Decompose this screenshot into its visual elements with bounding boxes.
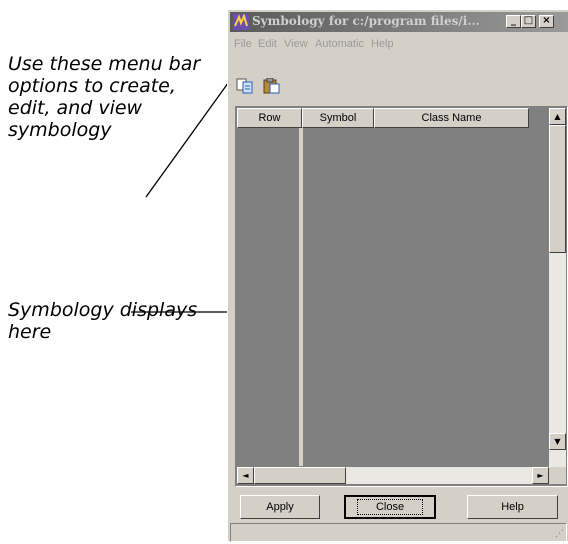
status-bar: ⋰ xyxy=(230,523,567,542)
menu-edit[interactable]: Edit xyxy=(258,38,277,50)
column-header-class-name[interactable]: Class Name xyxy=(374,108,529,128)
paste-icon[interactable] xyxy=(263,78,281,94)
window-title: Symbology for c:/program files/i... xyxy=(252,14,480,28)
vertical-scrollbar[interactable]: ▲ ▼ xyxy=(549,108,566,467)
scroll-right-button[interactable]: ► xyxy=(532,467,549,484)
resize-grip-icon[interactable]: ⋰ xyxy=(555,529,564,539)
maximize-button[interactable]: □ xyxy=(521,15,536,28)
menu-view[interactable]: View xyxy=(284,38,308,50)
app-icon xyxy=(233,14,249,30)
minimize-button[interactable]: _ xyxy=(506,15,521,28)
symbology-table[interactable]: Row Symbol Class Name ▲ ▼ ◄ ► xyxy=(235,106,568,487)
title-bar[interactable]: Symbology for c:/program files/i... _ □ … xyxy=(230,12,568,32)
menu-file[interactable]: File xyxy=(234,38,252,50)
copy-icon[interactable] xyxy=(236,78,254,94)
close-button[interactable]: Close xyxy=(344,495,436,519)
scroll-down-button[interactable]: ▼ xyxy=(549,433,566,450)
horizontal-scroll-thumb[interactable] xyxy=(254,467,346,484)
close-button-label: Close xyxy=(356,499,424,515)
menu-arrow-line xyxy=(145,71,237,198)
menu-help[interactable]: Help xyxy=(371,38,394,50)
scroll-up-button[interactable]: ▲ xyxy=(549,108,566,125)
scrollbar-corner xyxy=(549,467,566,484)
close-window-button[interactable]: × xyxy=(539,15,554,28)
apply-button[interactable]: Apply xyxy=(240,495,320,519)
column-header-symbol[interactable]: Symbol xyxy=(302,108,374,128)
column-header-row[interactable]: Row xyxy=(237,108,302,128)
column-divider[interactable] xyxy=(299,128,303,466)
vertical-scroll-thumb[interactable] xyxy=(549,125,566,253)
symbology-window: Symbology for c:/program files/i... _ □ … xyxy=(227,9,568,542)
help-button[interactable]: Help xyxy=(467,495,558,519)
scroll-left-button[interactable]: ◄ xyxy=(237,467,254,484)
menu-automatic[interactable]: Automatic xyxy=(315,38,364,50)
horizontal-scrollbar[interactable]: ◄ ► xyxy=(237,467,549,484)
